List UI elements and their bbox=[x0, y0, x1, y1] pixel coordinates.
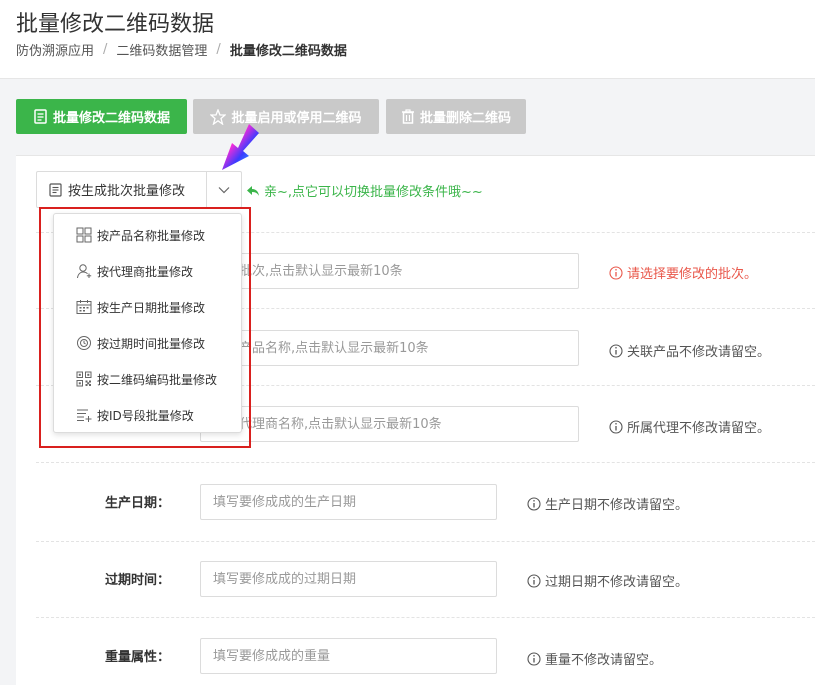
product-hint-text: 关联产品不修改请留空。 bbox=[627, 345, 771, 360]
agent-hint-text: 所属代理不修改请留空。 bbox=[627, 421, 771, 436]
production-date-label: 生产日期： bbox=[105, 496, 171, 511]
document-icon bbox=[49, 182, 62, 197]
expire-date-hint: 过期日期不修改请留空。 bbox=[527, 571, 688, 590]
mode-select[interactable]: 按生成批次批量修改 bbox=[36, 171, 242, 208]
product-hint: 关联产品不修改请留空。 bbox=[609, 341, 770, 360]
batch-edit-label: 批量修改二维码数据 bbox=[52, 111, 170, 126]
batch-search-input[interactable] bbox=[200, 253, 579, 289]
production-date-hint: 生产日期不修改请留空。 bbox=[527, 494, 688, 513]
batch-delete-label: 批量删除二维码 bbox=[419, 111, 511, 126]
batch-delete-button[interactable]: 批量删除二维码 bbox=[386, 99, 526, 134]
info-icon bbox=[609, 343, 623, 358]
pointer-arrow-icon bbox=[222, 124, 259, 170]
info-icon bbox=[527, 573, 541, 588]
info-icon bbox=[527, 496, 541, 511]
production-date-input[interactable] bbox=[200, 484, 497, 520]
breadcrumb: 防伪溯源应用 / 二维码数据管理 / 批量修改二维码数据 bbox=[16, 40, 347, 59]
row-divider bbox=[36, 462, 815, 463]
breadcrumb-item-current: 批量修改二维码数据 bbox=[229, 44, 347, 59]
mode-switch-tip: 亲~,点它可以切换批量修改条件哦~~ bbox=[246, 181, 483, 200]
row-divider bbox=[36, 541, 815, 542]
agent-hint: 所属代理不修改请留空。 bbox=[609, 417, 770, 436]
info-icon bbox=[609, 265, 623, 280]
breadcrumb-item-app[interactable]: 防伪溯源应用 bbox=[16, 40, 94, 59]
mode-select-main[interactable]: 按生成批次批量修改 bbox=[37, 172, 207, 207]
breadcrumb-separator: / bbox=[216, 42, 221, 57]
product-search-input[interactable] bbox=[200, 330, 579, 366]
mode-select-label: 按生成批次批量修改 bbox=[68, 184, 186, 199]
breadcrumb-item-qrcode-manage[interactable]: 二维码数据管理 bbox=[116, 40, 207, 59]
weight-hint-text: 重量不修改请留空。 bbox=[545, 653, 663, 668]
expire-date-label: 过期时间： bbox=[105, 573, 171, 588]
breadcrumb-separator: / bbox=[103, 42, 108, 57]
row-divider bbox=[36, 617, 815, 618]
batch-hint-text: 请选择要修改的批次。 bbox=[627, 267, 758, 282]
trash-icon bbox=[401, 109, 414, 124]
expire-date-input[interactable] bbox=[200, 561, 497, 597]
reply-arrow-icon bbox=[247, 185, 259, 196]
weight-input[interactable] bbox=[200, 638, 497, 674]
batch-hint: 请选择要修改的批次。 bbox=[609, 263, 757, 282]
agent-search-input[interactable] bbox=[200, 406, 579, 442]
page-header: 批量修改二维码数据 防伪溯源应用 / 二维码数据管理 / 批量修改二维码数据 bbox=[0, 0, 815, 79]
weight-label: 重量属性： bbox=[105, 650, 171, 665]
document-icon bbox=[34, 109, 47, 124]
dropdown-highlight-box bbox=[39, 207, 251, 448]
production-date-hint-text: 生产日期不修改请留空。 bbox=[545, 498, 689, 513]
weight-hint: 重量不修改请留空。 bbox=[527, 649, 662, 668]
page-title: 批量修改二维码数据 bbox=[16, 12, 215, 37]
info-icon bbox=[609, 419, 623, 434]
expire-date-hint-text: 过期日期不修改请留空。 bbox=[545, 575, 689, 590]
mode-switch-tip-text: 亲~,点它可以切换批量修改条件哦~~ bbox=[264, 185, 483, 200]
batch-edit-button[interactable]: 批量修改二维码数据 bbox=[16, 99, 187, 134]
info-icon bbox=[527, 651, 541, 666]
chevron-down-icon bbox=[218, 186, 230, 193]
